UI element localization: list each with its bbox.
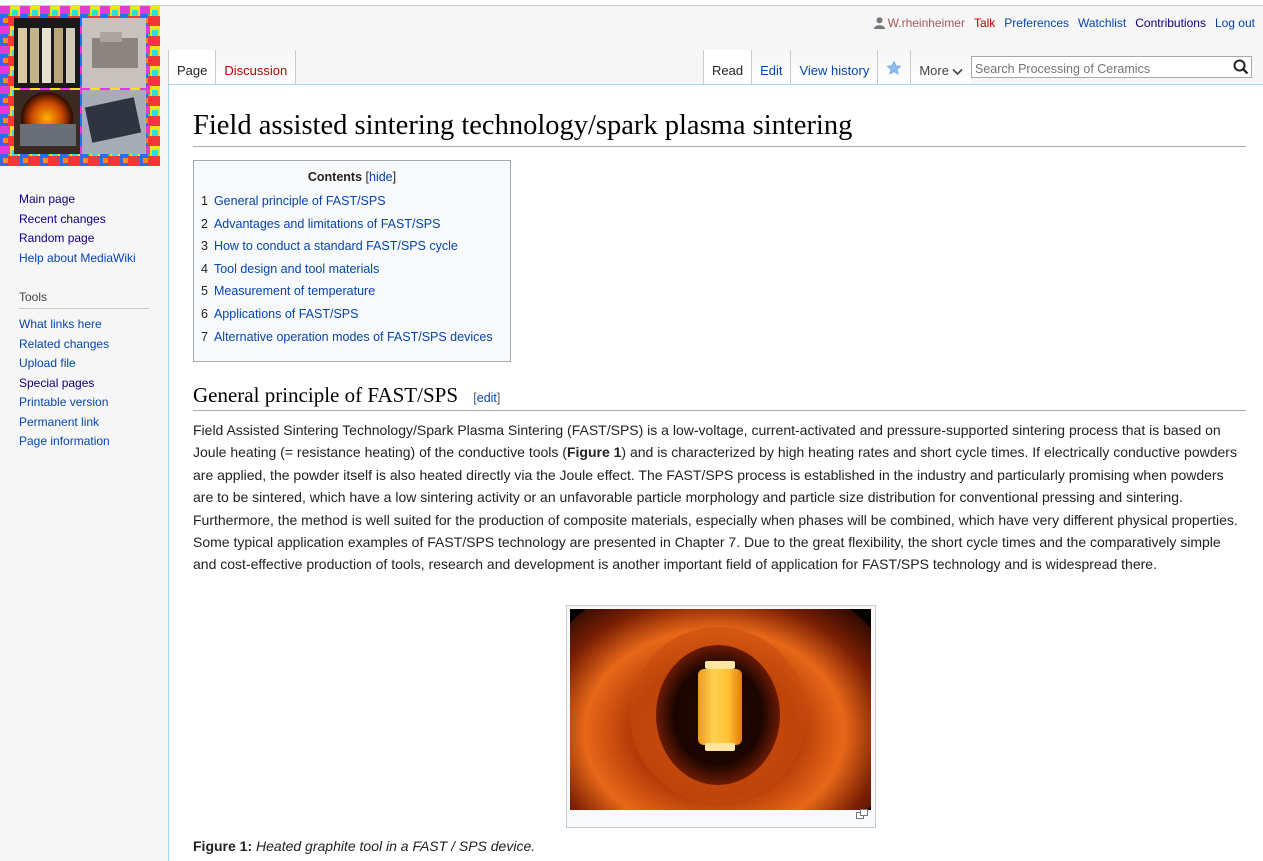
toc-list: 1 General principle of FAST/SPS 2 Advantag…: [201, 190, 503, 348]
toc-link[interactable]: How to conduct a standard FAST/SPS cycle: [214, 239, 458, 253]
sidebar-item-main-page[interactable]: Main page: [19, 192, 75, 206]
top-border: [0, 0, 1263, 6]
logout-link[interactable]: Log out: [1215, 16, 1255, 30]
tab-page[interactable]: Page: [168, 50, 217, 85]
view-tabs: Read Edit View history More: [703, 50, 971, 85]
page-title: Field assisted sintering technology/spar…: [193, 107, 1246, 148]
sidebar-item-permanent-link[interactable]: Permanent link: [19, 415, 99, 429]
watch-star-button[interactable]: [878, 50, 912, 85]
toc-hide-link[interactable]: hide: [369, 170, 393, 184]
table-of-contents: Contents [hide] 1 General principle of FA…: [193, 160, 511, 362]
tab-read[interactable]: Read: [703, 50, 753, 85]
heated-graphite-tool-image: [570, 609, 871, 810]
sidebar-item-printable-version[interactable]: Printable version: [19, 395, 108, 409]
enlarge-button[interactable]: [856, 806, 868, 824]
figure-reference: Figure 1: [566, 444, 622, 461]
magnify-icon: [856, 809, 868, 819]
more-menu[interactable]: More: [911, 50, 971, 85]
toc-item[interactable]: 3 How to conduct a standard FAST/SPS cycl…: [201, 235, 503, 258]
navigation-list: Main page Recent changes Random page Hel…: [0, 190, 160, 268]
tab-discussion[interactable]: Discussion: [216, 50, 297, 85]
search-icon: [1233, 59, 1249, 75]
talk-link[interactable]: Talk: [974, 16, 995, 30]
sidebar-item-related-changes[interactable]: Related changes: [19, 337, 109, 351]
search-button[interactable]: [1232, 58, 1250, 76]
watchlist-link[interactable]: Watchlist: [1078, 16, 1126, 30]
toc-link[interactable]: Advantages and limitations of FAST/SPS: [214, 217, 441, 231]
section-heading: General principle of FAST/SPS [edit]: [193, 382, 1246, 412]
article-paragraph: Field Assisted Sintering Technology/Spar…: [193, 419, 1246, 576]
section-edit-link[interactable]: edit: [477, 391, 497, 405]
toc-link[interactable]: General principle of FAST/SPS: [214, 194, 386, 208]
toc-link[interactable]: Measurement of temperature: [214, 284, 375, 298]
user-link[interactable]: W.rheinheimer: [873, 16, 965, 30]
tools-list: What links here Related changes Upload f…: [0, 315, 160, 452]
site-logo[interactable]: [0, 6, 160, 166]
section-heading-text: General principle of FAST/SPS: [193, 383, 459, 407]
personal-tools: W.rheinheimer Talk Preferences Watchlist…: [873, 16, 1255, 30]
figure-image[interactable]: [570, 609, 871, 810]
toc-item[interactable]: 6 Applications of FAST/SPS: [201, 303, 503, 326]
toc-item[interactable]: 2 Advantages and limitations of FAST/SPS: [201, 213, 503, 236]
logo-collage-image: [0, 6, 160, 166]
tools-heading: Tools: [19, 290, 149, 309]
figure-caption-text: Heated graphite tool in a FAST / SPS dev…: [256, 838, 536, 854]
sidebar-item-upload-file[interactable]: Upload file: [19, 356, 76, 370]
user-icon: [873, 17, 885, 29]
toc-item[interactable]: 4 Tool design and tool materials: [201, 258, 503, 281]
figure-caption: Figure 1: Heated graphite tool in a FAST…: [193, 838, 535, 854]
content-area: Field assisted sintering technology/spar…: [168, 84, 1263, 861]
sidebar-item-recent-changes[interactable]: Recent changes: [19, 212, 106, 226]
chevron-down-icon: [952, 68, 963, 76]
toc-title: Contents [hide]: [307, 170, 397, 184]
contributions-link[interactable]: Contributions: [1135, 16, 1206, 30]
more-label: More: [919, 63, 949, 78]
namespace-tabs: Page Discussion: [168, 50, 297, 85]
figure-thumbnail[interactable]: [566, 605, 876, 828]
sidebar-item-what-links-here[interactable]: What links here: [19, 317, 102, 331]
paragraph-text-b: ) and is characterized by high heating r…: [193, 444, 1238, 573]
toc-link[interactable]: Applications of FAST/SPS: [214, 307, 359, 321]
sidebar: Main page Recent changes Random page Hel…: [0, 190, 160, 452]
toc-link[interactable]: Alternative operation modes of FAST/SPS …: [214, 330, 493, 344]
toc-heading: Contents: [307, 170, 363, 184]
sidebar-item-help[interactable]: Help about MediaWiki: [19, 251, 136, 265]
toc-link[interactable]: Tool design and tool materials: [214, 262, 379, 276]
toc-item[interactable]: 1 General principle of FAST/SPS: [201, 190, 503, 213]
preferences-link[interactable]: Preferences: [1004, 16, 1069, 30]
toc-item[interactable]: 7 Alternative operation modes of FAST/SPS…: [201, 326, 503, 349]
sidebar-item-page-information[interactable]: Page information: [19, 434, 110, 448]
toc-item[interactable]: 5 Measurement of temperature: [201, 280, 503, 303]
star-icon: [886, 60, 902, 75]
sidebar-item-random-page[interactable]: Random page: [19, 231, 94, 245]
tab-edit[interactable]: Edit: [752, 50, 792, 85]
tab-view-history[interactable]: View history: [791, 50, 879, 85]
username: W.rheinheimer: [887, 16, 965, 30]
figure-label: Figure 1:: [193, 838, 253, 854]
sidebar-item-special-pages[interactable]: Special pages: [19, 376, 94, 390]
search-input[interactable]: [971, 56, 1252, 78]
